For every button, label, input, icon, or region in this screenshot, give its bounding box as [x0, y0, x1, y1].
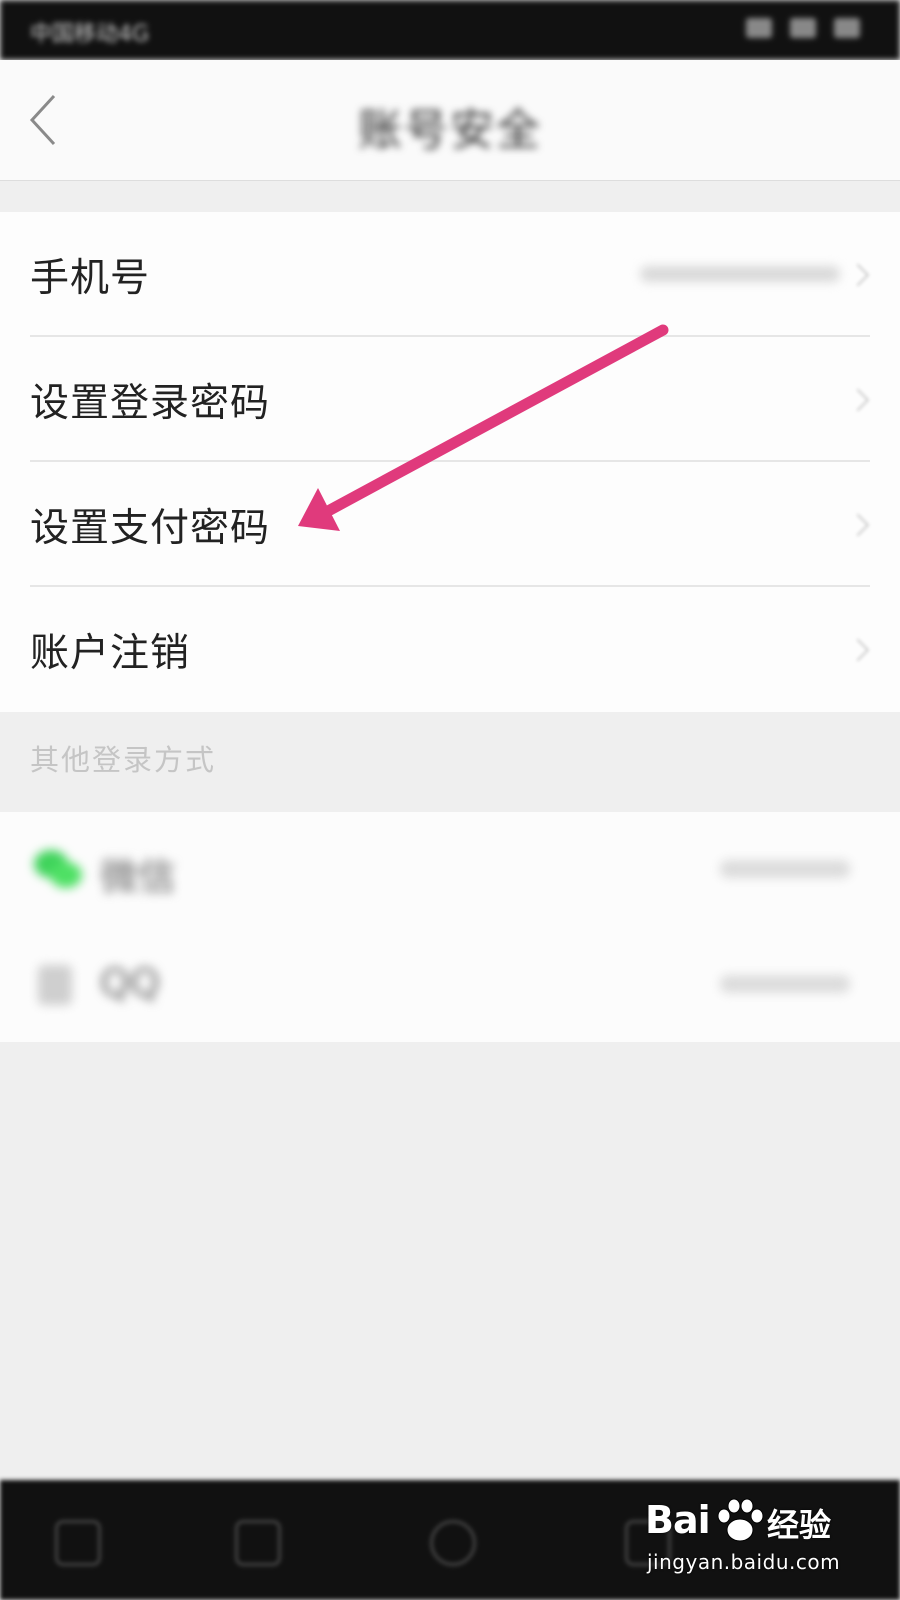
- home-icon[interactable]: [430, 1520, 476, 1566]
- qq-icon: [38, 965, 72, 1005]
- carrier-label: 中国移动4G: [30, 22, 150, 47]
- screen: 中国移动4G 账号安全 手机号 设置登录密码 设置支付密码 账户注销 其他登录方…: [0, 0, 900, 1600]
- watermark-brand: Bai: [645, 1498, 711, 1542]
- other-login-item-wechat[interactable]: 微信: [0, 812, 900, 927]
- section-header-other-login: 其他登录方式: [30, 743, 217, 777]
- wechat-icon: [34, 850, 82, 890]
- menu-icon[interactable]: [55, 1520, 101, 1566]
- chevron-right-icon: [846, 513, 870, 536]
- status-bar: 中国移动4G: [0, 0, 900, 60]
- settings-item-phone[interactable]: 手机号: [0, 212, 900, 337]
- back-nav-icon[interactable]: [235, 1520, 281, 1566]
- chevron-right-icon: [846, 638, 870, 661]
- settings-item-login-password[interactable]: 设置登录密码: [0, 337, 900, 462]
- settings-item-label: 账户注销: [30, 630, 191, 676]
- bind-status: [720, 860, 850, 878]
- other-login-label: 微信: [100, 855, 177, 899]
- other-login-list: 微信 QQ: [0, 812, 900, 1042]
- status-icons: [746, 18, 860, 38]
- page-title: 账号安全: [358, 105, 542, 156]
- baidu-jingyan-watermark: Bai 经验 jingyan.baidu.com: [645, 1498, 855, 1588]
- chevron-right-icon: [846, 388, 870, 411]
- bind-status: [720, 975, 850, 993]
- settings-item-label: 设置支付密码: [30, 505, 271, 551]
- phone-value: [640, 266, 840, 282]
- signal-icon: [746, 18, 772, 38]
- settings-item-payment-password[interactable]: 设置支付密码: [0, 462, 900, 587]
- watermark-url: jingyan.baidu.com: [647, 1550, 841, 1574]
- settings-item-label: 设置登录密码: [30, 380, 271, 426]
- chevron-right-icon: [846, 263, 870, 286]
- nav-bar: 账号安全: [0, 60, 900, 181]
- watermark-brand-suffix: 经验: [767, 1506, 832, 1544]
- wifi-icon: [790, 18, 816, 38]
- other-login-item-qq[interactable]: QQ: [0, 927, 900, 1042]
- battery-icon: [834, 18, 860, 38]
- paw-icon: [717, 1498, 764, 1542]
- settings-list: 手机号 设置登录密码 设置支付密码 账户注销: [0, 212, 900, 712]
- other-login-label: QQ: [100, 961, 160, 1005]
- settings-item-label: 手机号: [30, 255, 151, 301]
- settings-item-account-cancel[interactable]: 账户注销: [0, 587, 900, 712]
